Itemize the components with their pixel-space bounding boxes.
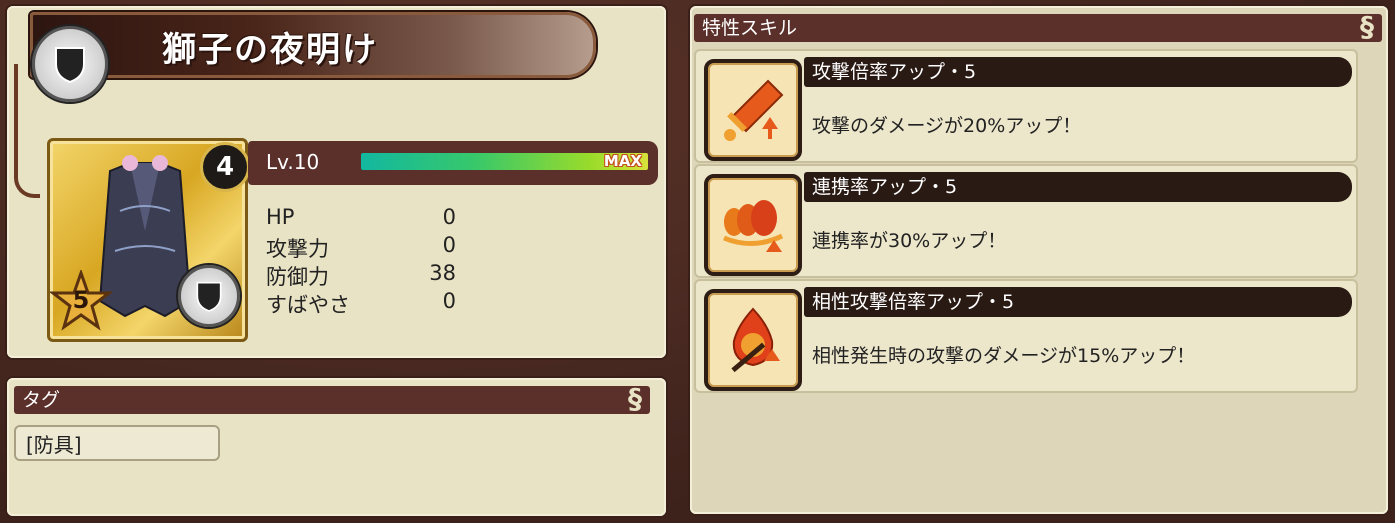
skill-header: 特性スキル §: [694, 12, 1382, 42]
affinity-sword-icon: [704, 289, 802, 391]
stat-name: すばやさ: [266, 293, 350, 317]
curl-ornament-icon: §: [1360, 10, 1374, 43]
stat-value: 0: [442, 205, 456, 229]
skill-name: 攻撃倍率アップ・5: [804, 57, 1352, 87]
sword-up-icon: [704, 59, 802, 161]
level-label: Lv.10: [266, 150, 320, 174]
title-frame-ornament: [14, 64, 40, 198]
max-label: MAX: [603, 152, 642, 170]
skill-description: 相性発生時の攻撃のダメージが15%アップ！: [812, 345, 1196, 367]
stat-name: HP: [266, 205, 295, 229]
stat-row-attack: 攻撃力 0: [266, 233, 456, 261]
skill-card[interactable]: 連携率アップ・5 連携率が30%アップ！: [694, 164, 1358, 278]
chain-up-icon: [704, 174, 802, 276]
skill-description: 攻撃のダメージが20%アップ！: [812, 115, 1082, 137]
stat-row-hp: HP 0: [266, 205, 456, 233]
stat-row-defense: 防御力 38: [266, 261, 456, 289]
shield-icon: [178, 265, 240, 327]
stat-name: 防御力: [266, 265, 329, 289]
stat-name: 攻撃力: [266, 237, 329, 261]
shield-icon: [32, 26, 108, 102]
curl-ornament-icon: §: [628, 382, 642, 415]
stat-value: 38: [429, 261, 456, 285]
skill-name: 相性攻撃倍率アップ・5: [804, 287, 1352, 317]
stat-value: 0: [442, 289, 456, 313]
skill-description: 連携率が30%アップ！: [812, 230, 1007, 252]
skill-header-label: 特性スキル: [702, 17, 798, 39]
equipment-name: 獅子の夜明け: [162, 30, 378, 70]
tag-header: タグ §: [14, 384, 650, 414]
skill-card[interactable]: 攻撃倍率アップ・5 攻撃のダメージが20%アップ！: [694, 49, 1358, 163]
tag-header-label: タグ: [22, 389, 61, 411]
tag-item[interactable]: [防具]: [14, 425, 220, 461]
rarity-value: 5: [72, 286, 90, 314]
upgrade-level-badge: 4: [200, 142, 250, 192]
xp-track: MAX: [361, 152, 648, 170]
skill-card[interactable]: 相性攻撃倍率アップ・5 相性発生時の攻撃のダメージが15%アップ！: [694, 279, 1358, 393]
stat-value: 0: [442, 233, 456, 257]
skill-name: 連携率アップ・5: [804, 172, 1352, 202]
stat-row-speed: すばやさ 0: [266, 289, 456, 317]
